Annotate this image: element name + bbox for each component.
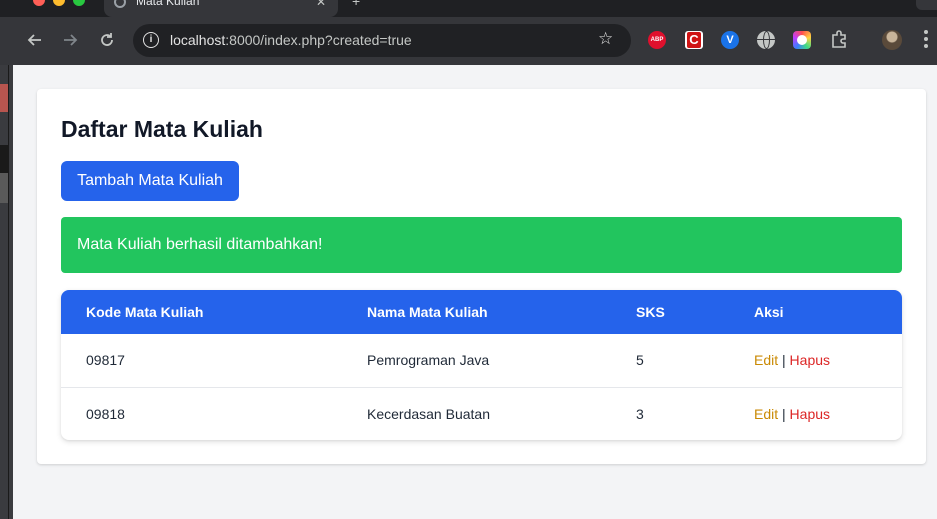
site-info-icon[interactable]: i [143, 32, 159, 48]
cell-aksi: Edit | Hapus [729, 334, 902, 387]
cell-sks: 3 [636, 405, 644, 422]
adjacent-window-strip-grey [0, 173, 8, 203]
url-text[interactable]: localhost:8000/index.php?created=true [170, 32, 412, 48]
reload-icon [101, 33, 113, 46]
globe-favicon-icon [114, 0, 126, 8]
reload-button[interactable] [96, 29, 118, 51]
color-picker-extension-icon[interactable] [793, 31, 811, 49]
cell-sks: 5 [636, 352, 644, 369]
arrow-left-icon [27, 34, 41, 46]
success-alert: Mata Kuliah berhasil ditambahkan! [61, 217, 902, 273]
adjacent-window-border [8, 65, 9, 519]
header-sks: SKS [636, 304, 665, 320]
page-title: Daftar Mata Kuliah [61, 116, 263, 142]
cell-kode: 09817 [86, 352, 125, 369]
tab-title: Mata Kuliah [136, 0, 200, 8]
course-table-container: Kode Mata Kuliah Nama Mata Kuliah SKS Ak… [61, 290, 902, 440]
cell-aksi: Edit | Hapus [729, 387, 902, 440]
course-table: Kode Mata Kuliah Nama Mata Kuliah SKS Ak… [61, 290, 902, 440]
arrow-right-icon [64, 34, 78, 46]
adblock-plus-icon[interactable]: ABP [648, 31, 666, 49]
header-aksi: Aksi [754, 304, 784, 320]
cell-nama: Pemrograman Java [367, 352, 490, 369]
globe-extension-icon[interactable] [757, 31, 775, 49]
adjacent-window-strip-dark [0, 145, 8, 173]
cell-nama: Kecerdasan Buatan [367, 405, 490, 422]
table-header-row: Kode Mata Kuliah Nama Mata Kuliah SKS Ak… [61, 290, 902, 334]
table-row: 09817 Pemrograman Java 5 Edit | Hapus [61, 334, 902, 387]
cell-kode: 09818 [86, 405, 125, 422]
table-row: 09818 Kecerdasan Buatan 3 Edit | Hapus [61, 387, 902, 440]
profile-avatar[interactable] [882, 30, 902, 50]
bookmark-star-icon[interactable]: ☆ [598, 29, 613, 49]
header-kode: Kode Mata Kuliah [86, 304, 204, 320]
kebab-menu-icon[interactable] [924, 30, 928, 50]
window-zoom-button[interactable] [73, 0, 85, 6]
tab-close-icon[interactable]: ✕ [316, 0, 326, 9]
delete-link[interactable]: Hapus [790, 406, 830, 422]
vuejs-devtools-icon[interactable]: V [721, 31, 739, 49]
browser-toolbar: i localhost:8000/index.php?created=true … [0, 17, 937, 65]
add-course-button[interactable]: Tambah Mata Kuliah [61, 161, 239, 201]
edit-link[interactable]: Edit [754, 406, 778, 422]
delete-link[interactable]: Hapus [790, 352, 830, 368]
main-card: Daftar Mata Kuliah Tambah Mata Kuliah Ma… [37, 89, 926, 464]
tab-search-button[interactable] [916, 0, 937, 10]
new-tab-button[interactable]: + [352, 0, 360, 9]
edit-link[interactable]: Edit [754, 352, 778, 368]
header-nama: Nama Mata Kuliah [367, 304, 488, 320]
forward-button[interactable] [59, 29, 81, 51]
url-path: :8000/index.php?created=true [225, 32, 412, 48]
window-minimize-button[interactable] [53, 0, 65, 6]
browser-tab[interactable]: Mata Kuliah ✕ [104, 0, 338, 17]
c-extension-icon[interactable] [685, 31, 703, 49]
address-bar[interactable]: i localhost:8000/index.php?created=true … [133, 24, 631, 57]
window-close-button[interactable] [33, 0, 45, 6]
url-host: localhost [170, 32, 226, 48]
action-separator: | [782, 405, 786, 422]
extensions-puzzle-icon[interactable] [829, 29, 849, 49]
browser-tab-strip: Mata Kuliah ✕ + [0, 0, 937, 17]
action-separator: | [782, 352, 786, 369]
adjacent-window-strip-red [0, 84, 8, 112]
adjacent-window-edge [0, 65, 13, 519]
back-button[interactable] [24, 29, 46, 51]
